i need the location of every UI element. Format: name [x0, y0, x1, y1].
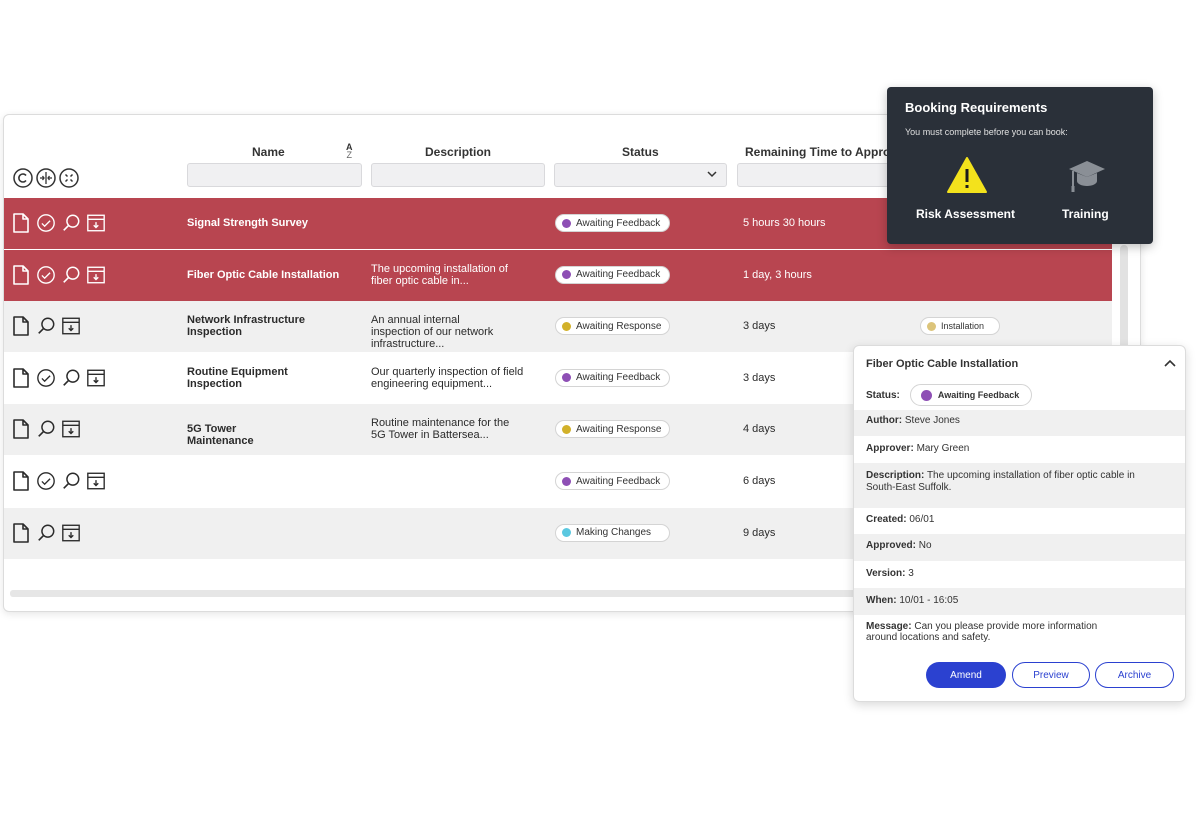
status-badge: Awaiting Feedback: [555, 265, 670, 284]
row-action-icons: [11, 264, 106, 286]
status-badge: Awaiting Feedback: [555, 368, 670, 387]
collapse-columns-icon[interactable]: [35, 167, 57, 189]
check-circle-icon[interactable]: [36, 367, 56, 389]
detail-status-badge: Awaiting Feedback: [909, 384, 1033, 406]
archive-icon[interactable]: [61, 418, 81, 440]
status-filter-select[interactable]: [554, 163, 727, 187]
detail-approver-row: Approver: Mary Green: [866, 443, 970, 454]
column-header-remaining-time[interactable]: Remaining Time to Approv: [745, 145, 897, 159]
row-name: Network Infrastructure Inspection: [187, 314, 305, 339]
archive-icon[interactable]: [86, 367, 106, 389]
search-icon[interactable]: [36, 522, 56, 544]
detail-description-row: Description: The upcoming installation o…: [854, 463, 1185, 508]
detail-message-row: Message: Can you please provide more inf…: [866, 621, 1098, 643]
booking-requirements-tooltip: Booking Requirements You must complete b…: [887, 87, 1153, 244]
status-badge: Awaiting Response: [555, 420, 670, 439]
check-circle-icon[interactable]: [36, 470, 56, 492]
row-action-icons: [11, 212, 106, 234]
row-remaining-time: 3 days: [743, 320, 776, 333]
name-filter-input[interactable]: [187, 163, 362, 187]
category-tag: Installation: [920, 317, 1000, 336]
row-action-icons: [11, 470, 106, 492]
row-action-icons: [11, 522, 81, 544]
detail-author-row: Author: Steve Jones: [854, 410, 1185, 436]
row-description: The upcoming installation of fiber optic…: [371, 262, 508, 287]
status-badge: Awaiting Feedback: [555, 214, 670, 232]
booking-subtitle: You must complete before you can book:: [905, 127, 1068, 137]
row-remaining-time: 4 days: [743, 423, 776, 436]
row-name: Signal Strength Survey: [187, 217, 309, 229]
document-icon[interactable]: [11, 470, 31, 492]
search-icon[interactable]: [36, 315, 56, 337]
graduation-cap-icon[interactable]: [1067, 157, 1107, 197]
archive-icon[interactable]: [86, 264, 106, 286]
row-action-icons: [11, 315, 81, 337]
training-label: Training: [1062, 207, 1109, 221]
archive-icon[interactable]: [86, 212, 106, 234]
detail-title: Fiber Optic Cable Installation: [866, 358, 1019, 370]
search-icon[interactable]: [61, 470, 81, 492]
row-remaining-time: 9 days: [743, 526, 776, 539]
row-name: Routine Equipment Inspection: [187, 365, 288, 390]
table-row[interactable]: Fiber Optic Cable Installation The upcomi…: [4, 249, 1112, 301]
record-detail-card: Fiber Optic Cable Installation Status: A…: [853, 345, 1186, 702]
archive-icon[interactable]: [61, 522, 81, 544]
archive-icon[interactable]: [86, 470, 106, 492]
search-icon[interactable]: [36, 418, 56, 440]
description-filter-input[interactable]: [371, 163, 545, 187]
expand-all-icon[interactable]: [58, 167, 80, 189]
booking-title: Booking Requirements: [905, 100, 1048, 115]
row-remaining-time: 1 day, 3 hours: [743, 268, 812, 281]
document-icon[interactable]: [11, 264, 31, 286]
row-action-icons: [11, 367, 106, 389]
remaining-time-filter-input[interactable]: [737, 163, 897, 187]
copyright-circle-icon[interactable]: [12, 167, 34, 189]
detail-created-row: Created: 06/01: [866, 514, 935, 525]
search-icon[interactable]: [61, 264, 81, 286]
row-remaining-time: 3 days: [743, 371, 776, 384]
row-description: An annual internal inspection of our net…: [371, 314, 494, 351]
warning-triangle-icon[interactable]: [946, 156, 988, 194]
check-circle-icon[interactable]: [36, 212, 56, 234]
document-icon[interactable]: [11, 367, 31, 389]
row-action-icons: [11, 418, 81, 440]
detail-approved-row: Approved: No: [854, 534, 1185, 561]
search-icon[interactable]: [61, 212, 81, 234]
check-circle-icon[interactable]: [36, 264, 56, 286]
sort-az-icon[interactable]: AZ: [346, 143, 353, 160]
search-icon[interactable]: [61, 367, 81, 389]
chevron-down-icon: [707, 171, 717, 178]
row-name: Fiber Optic Cable Installation: [187, 268, 340, 281]
chevron-up-icon[interactable]: [1163, 356, 1177, 370]
amend-button[interactable]: Amend: [926, 662, 1006, 688]
row-remaining-time: 6 days: [743, 475, 776, 487]
document-icon[interactable]: [11, 522, 31, 544]
row-description: Routine maintenance for the 5G Tower in …: [371, 417, 510, 442]
row-description: Our quarterly inspection of field engine…: [371, 365, 524, 390]
column-header-name[interactable]: Name: [252, 145, 285, 159]
document-icon[interactable]: [11, 418, 31, 440]
row-remaining-time: 5 hours 30 hours: [743, 217, 826, 229]
column-header-status[interactable]: Status: [622, 145, 659, 159]
archive-button[interactable]: Archive: [1095, 662, 1174, 688]
preview-button[interactable]: Preview: [1012, 662, 1090, 688]
header-action-icons: [12, 167, 80, 189]
status-badge: Awaiting Feedback: [555, 472, 670, 490]
archive-icon[interactable]: [61, 315, 81, 337]
document-icon[interactable]: [11, 315, 31, 337]
status-badge: Making Changes: [555, 523, 670, 542]
column-header-description[interactable]: Description: [425, 145, 491, 159]
document-icon[interactable]: [11, 212, 31, 234]
detail-status-row: Status: Awaiting Feedback: [854, 380, 1185, 410]
status-badge: Awaiting Response: [555, 317, 670, 336]
row-name: 5G Tower Maintenance: [187, 423, 254, 448]
risk-assessment-label: Risk Assessment: [916, 207, 1015, 221]
detail-version-row: Version: 3: [866, 568, 914, 579]
detail-when-row: When: 10/01 - 16:05: [854, 588, 1185, 615]
